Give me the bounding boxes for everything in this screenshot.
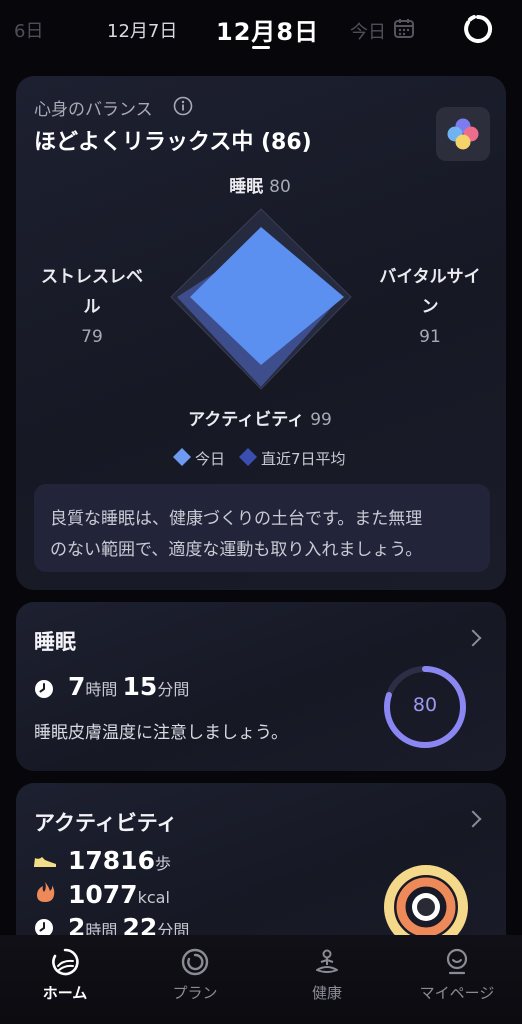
- legend-today-swatch: [173, 448, 191, 466]
- nav-home-label: ホーム: [42, 984, 88, 1002]
- nav-mypage[interactable]: マイページ: [402, 945, 512, 1015]
- radar-label-stress: ストレスレベ ル 79: [41, 267, 143, 347]
- sleep-note: 睡眠皮膚温度に注意しましょう。: [34, 723, 288, 743]
- legend-today-label: 今日: [195, 450, 226, 468]
- date-today[interactable]: 今日: [350, 18, 386, 44]
- calendar-icon[interactable]: [393, 17, 415, 39]
- balance-status: ほどよくリラックス中 (86): [34, 130, 312, 155]
- meditation-icon: [316, 949, 338, 973]
- home-ring-icon: [52, 948, 79, 976]
- balance-label: 心身のバランス: [34, 100, 153, 120]
- profile-icon: [446, 948, 468, 975]
- shoe-icon: [34, 857, 56, 867]
- activity-steps: 17816歩: [68, 846, 171, 875]
- nav-mypage-label: マイページ: [419, 984, 495, 1002]
- app-shortcut-button[interactable]: [436, 107, 490, 161]
- radar-today-polygon: [190, 227, 344, 365]
- sync-icon[interactable]: [462, 13, 494, 45]
- clock-icon: [35, 680, 53, 698]
- sleep-card-title: 睡眠: [34, 630, 76, 654]
- colorful-petal-icon: [447, 118, 479, 150]
- nav-health-label: 健康: [311, 984, 342, 1002]
- radar-label-vitals: バイタルサイ ン 91: [379, 267, 481, 347]
- legend-average-label: 直近7日平均: [261, 450, 346, 468]
- date-current-indicator: [252, 46, 270, 49]
- plan-icon: [181, 948, 209, 976]
- nav-health[interactable]: 健康: [272, 945, 382, 1015]
- info-icon[interactable]: [173, 96, 193, 116]
- advice-text: 良質な睡眠は、健康づくりの土台です。また無理 のない範囲で、適度な運動も取り入れ…: [50, 509, 423, 560]
- radar-label-sleep: 睡眠 80: [229, 177, 291, 197]
- sleep-duration: 7時間 15分間: [68, 672, 190, 701]
- activity-card-title: アクティビティ: [34, 811, 178, 835]
- flame-icon: [37, 882, 55, 902]
- nav-home[interactable]: ホーム: [10, 945, 120, 1015]
- legend-average-swatch: [239, 448, 257, 466]
- activity-calories: 1077kcal: [68, 880, 170, 909]
- radar-label-activity: アクティビティ 99: [188, 410, 332, 430]
- date-prev[interactable]: 12月7日: [107, 17, 177, 43]
- date-current[interactable]: 12月8日: [216, 12, 319, 47]
- sleep-score: 80: [412, 694, 438, 716]
- date-prev-partial[interactable]: 6日: [14, 17, 43, 43]
- balance-radar-chart: [170, 208, 352, 390]
- nav-plan-label: プラン: [172, 984, 218, 1002]
- nav-plan[interactable]: プラン: [140, 945, 250, 1015]
